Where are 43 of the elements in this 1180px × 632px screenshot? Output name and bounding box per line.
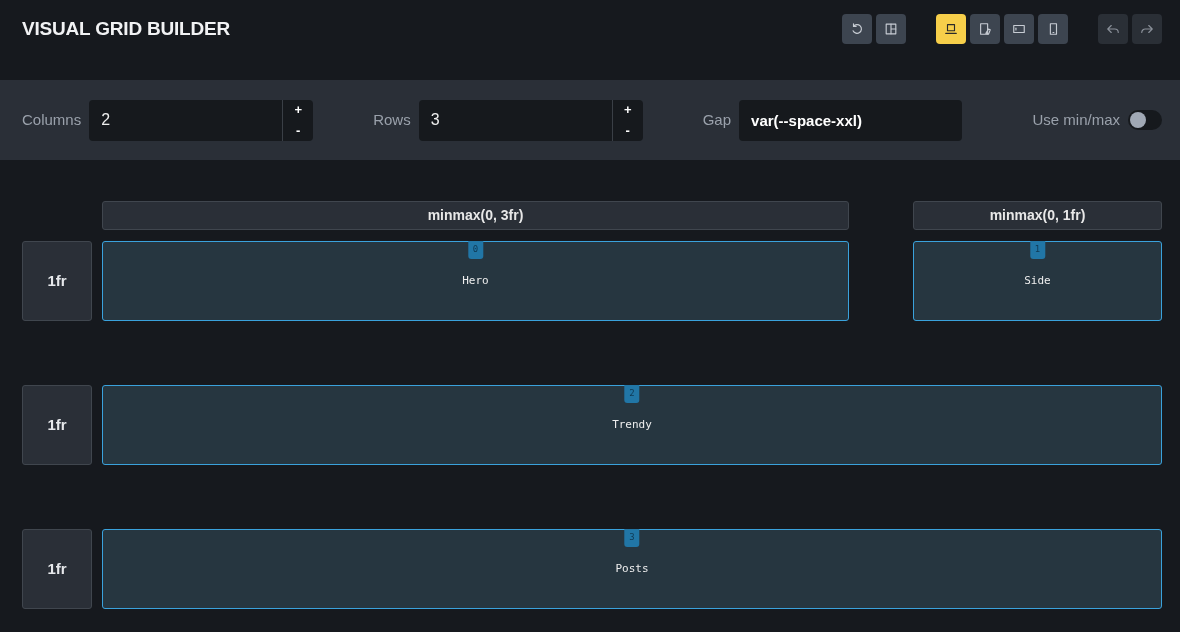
area-name: Trendy (612, 416, 652, 433)
decrement-button[interactable]: - (612, 120, 643, 141)
laptop-button[interactable] (936, 14, 966, 44)
decrement-button[interactable]: - (283, 120, 314, 141)
tablet-button[interactable] (970, 14, 1000, 44)
layout-button[interactable] (876, 14, 906, 44)
reset-button[interactable] (842, 14, 872, 44)
screen-icon (1012, 22, 1026, 36)
grid-area[interactable]: 0 Hero (102, 241, 849, 321)
field-label: Use min/max (1032, 109, 1120, 130)
area-name: Posts (615, 560, 649, 577)
grid-area[interactable]: 2 Trendy (102, 385, 1162, 465)
layout-icon (884, 22, 898, 36)
redo-icon (1140, 22, 1154, 36)
field-label: Columns (22, 109, 82, 130)
app-title: VISUAL GRID BUILDER (22, 16, 231, 41)
phone-button[interactable] (1038, 14, 1068, 44)
area-index: 2 (624, 385, 640, 403)
grid-area[interactable]: 1 Side (913, 241, 1162, 321)
minmax-toggle[interactable] (1128, 110, 1162, 130)
area-name: Hero (462, 272, 489, 289)
area-name: Side (1024, 272, 1051, 289)
area-index: 3 (624, 529, 640, 547)
undo-icon (1106, 22, 1120, 36)
column-track-header[interactable]: minmax(0, 1fr) (913, 201, 1162, 230)
column-track-header[interactable]: minmax(0, 3fr) (102, 201, 849, 230)
laptop-icon (944, 22, 958, 36)
screen-button[interactable] (1004, 14, 1034, 44)
row-track-header[interactable]: 1fr (22, 241, 92, 321)
area-index: 0 (467, 241, 484, 259)
increment-button[interactable]: + (283, 99, 314, 120)
gap-field[interactable]: var(--space-xxl) (739, 99, 963, 141)
columns-field[interactable]: 2 (89, 99, 283, 141)
row-track-header[interactable]: 1fr (22, 529, 92, 609)
field-label: Rows (373, 109, 411, 130)
field-label: Gap (702, 109, 732, 130)
area-index: 1 (1029, 241, 1046, 259)
row-track-header[interactable]: 1fr (22, 385, 92, 465)
rows-field[interactable]: 3 (418, 99, 612, 141)
reset-icon (850, 22, 864, 36)
grid-area[interactable]: 3 Posts (102, 529, 1162, 609)
tablet-icon (978, 22, 992, 36)
increment-button[interactable]: + (612, 99, 643, 120)
